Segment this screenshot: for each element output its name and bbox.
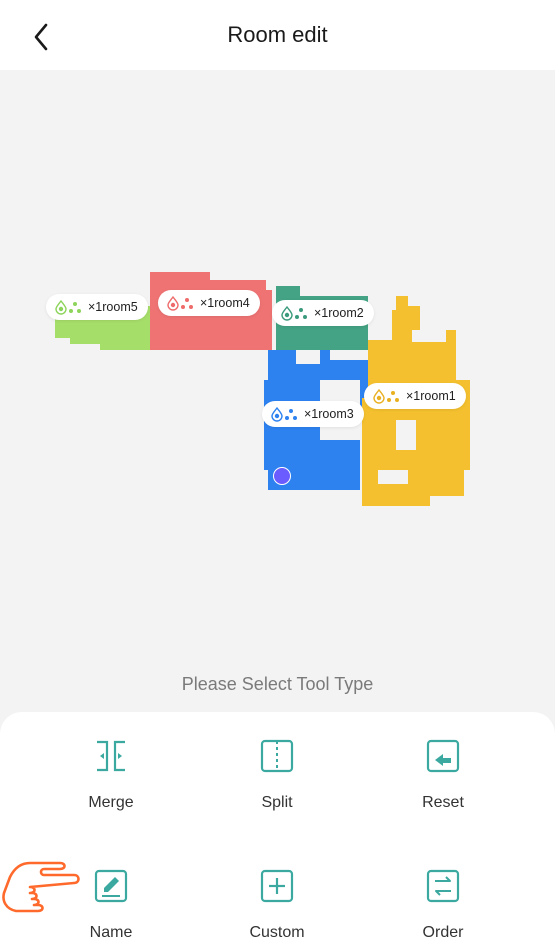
room-label-text: ×1room1 [406,389,456,403]
fan-icon [295,308,307,319]
tool-type-prompt: Please Select Tool Type [181,674,374,694]
reset-tool[interactable]: Reset [378,736,508,812]
water-drop-icon [271,406,297,422]
water-drop-icon [281,305,307,321]
custom-tool[interactable]: Custom [212,866,342,942]
map-drawing [55,272,470,506]
fan-icon [181,298,193,309]
room-label-text: ×1room4 [200,296,250,310]
order-label: Order [422,924,464,941]
fan-icon [69,302,81,313]
top-bar: Room edit [0,0,555,70]
fan-icon [285,409,297,420]
split-label: Split [261,794,293,811]
reset-label: Reset [422,794,464,811]
room-label-room5[interactable]: ×1room5 [46,294,148,320]
room-label-room3[interactable]: ×1room3 [262,401,364,427]
room-label-text: ×1room2 [314,306,364,320]
edit-name-icon [94,869,128,903]
split-tool[interactable]: Split [212,736,342,812]
water-drop-icon [55,299,81,315]
custom-label: Custom [249,924,305,941]
room-label-text: ×1room5 [88,300,138,314]
pointing-hand-icon [2,861,80,913]
merge-icon [97,740,125,772]
fan-icon [387,391,399,402]
room-label-room4[interactable]: ×1room4 [158,290,260,316]
charging-dock-marker [273,467,291,485]
room-label-room1[interactable]: ×1room1 [364,383,466,409]
room-map[interactable]: ×1room5 ×1room4 ×1room2 ×1room3 ×1room1 [0,70,555,710]
room-label-text: ×1room3 [304,407,354,421]
name-label: Name [89,924,133,941]
page-title: Room edit [227,22,328,47]
reset-icon [426,739,460,773]
water-drop-icon [167,295,193,311]
order-swap-icon [426,869,460,903]
water-drop-icon [373,388,399,404]
custom-add-icon [260,869,294,903]
split-icon [260,739,294,773]
merge-tool[interactable]: Merge [46,736,176,812]
room-label-room2[interactable]: ×1room2 [272,300,374,326]
order-tool[interactable]: Order [378,866,508,942]
merge-label: Merge [88,794,134,811]
